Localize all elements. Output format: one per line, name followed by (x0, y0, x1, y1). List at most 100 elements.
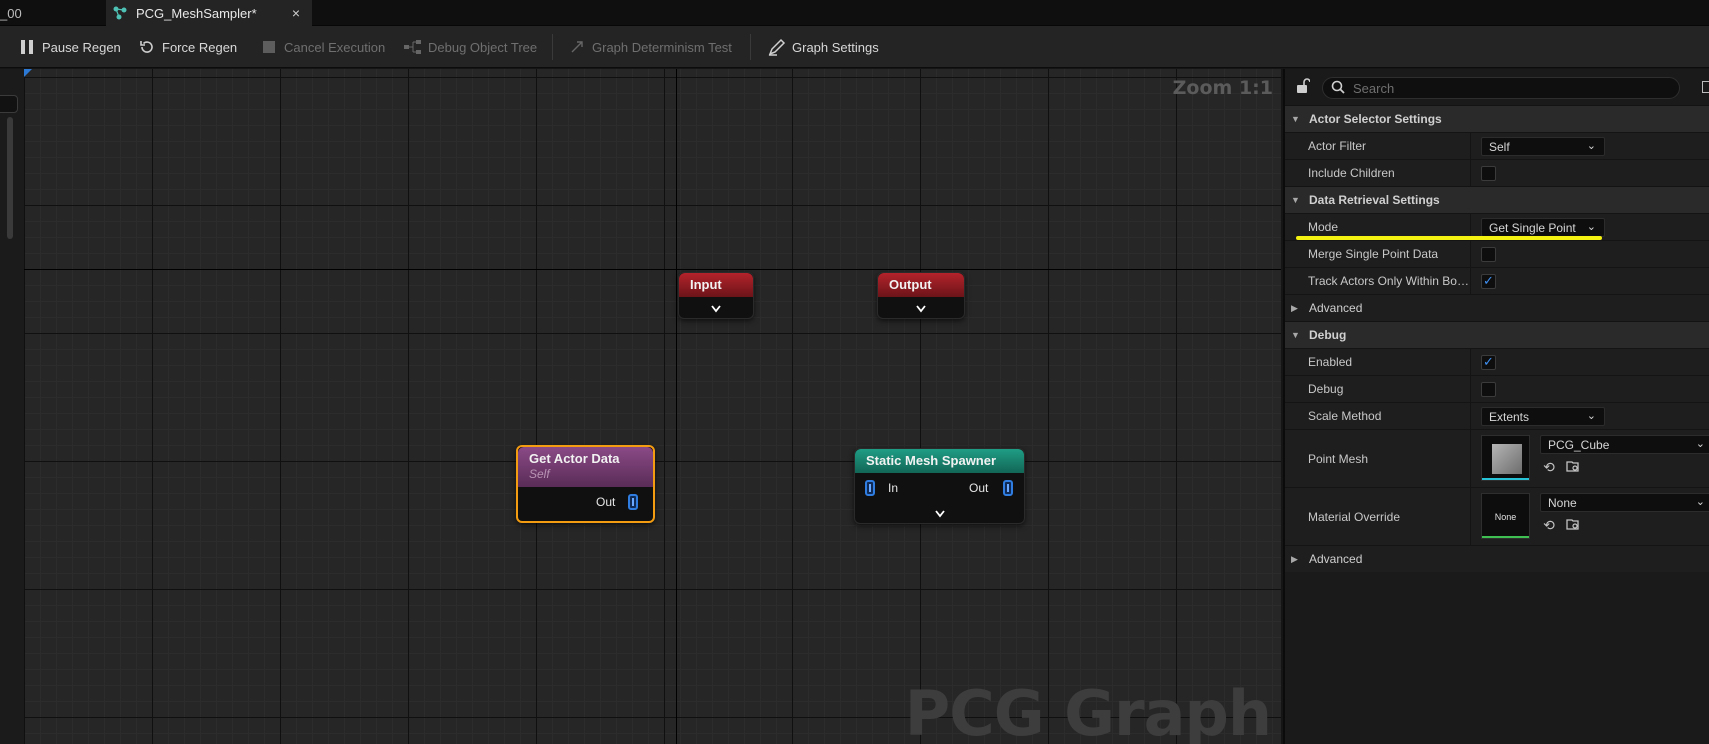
property-point-mesh: Point Mesh PCG_Cube ⌄ ⟲ (1285, 429, 1709, 487)
lock-icon[interactable] (1296, 78, 1311, 94)
point-mesh-thumbnail[interactable] (1481, 435, 1530, 481)
point-mesh-label: Point Mesh (1308, 452, 1369, 466)
collapsed-arrow-icon: ▶ (1291, 553, 1298, 564)
tab-level-label: _00 (0, 5, 22, 21)
left-panel-scrollbar[interactable] (7, 117, 13, 239)
material-override-thumbnail[interactable]: None (1481, 493, 1530, 539)
input-node[interactable]: Input (678, 272, 754, 319)
advanced-section-debug[interactable]: ▶ Advanced (1285, 545, 1709, 572)
toolbar-separator (552, 34, 553, 60)
static-mesh-spawner-in-label: In (888, 481, 899, 495)
pause-icon (18, 38, 36, 56)
static-mesh-spawner-out-label: Out (969, 481, 989, 495)
column-splitter[interactable] (1470, 403, 1471, 429)
mode-dropdown[interactable]: Get Single Point ⌄ (1481, 218, 1605, 237)
get-actor-data-node-subtitle: Self (529, 467, 550, 481)
property-track-actors-only-within-bounds: Track Actors Only Within Bou... (1285, 267, 1709, 294)
get-actor-data-node-title: Get Actor Data (529, 451, 620, 466)
tab-level[interactable]: _00 (0, 0, 104, 26)
get-actor-data-out-pin[interactable] (628, 494, 638, 510)
column-splitter[interactable] (1470, 349, 1471, 375)
property-actor-filter: Actor Filter Self ⌄ (1285, 132, 1709, 159)
category-data-retrieval-label: Data Retrieval Settings (1309, 193, 1440, 207)
use-selected-asset-icon[interactable]: ⟲ (1541, 459, 1557, 475)
collapsed-arrow-icon: ▶ (1291, 302, 1298, 313)
column-splitter[interactable] (1470, 160, 1471, 186)
static-mesh-spawner-node[interactable]: Static Mesh Spawner In Out (854, 448, 1025, 524)
track-actors-checkbox[interactable] (1481, 273, 1496, 289)
debug-object-tree-button[interactable]: Debug Object Tree (404, 26, 537, 68)
graph-toolbar: Pause Regen Force Regen Cancel Execution… (0, 26, 1709, 68)
close-tab-icon[interactable]: × (292, 5, 300, 21)
point-mesh-dropdown[interactable]: PCG_Cube ⌄ (1540, 435, 1709, 454)
collapsed-panel-widget[interactable] (0, 95, 18, 113)
enabled-label: Enabled (1308, 355, 1353, 369)
column-splitter[interactable] (1470, 430, 1471, 487)
scale-method-dropdown[interactable]: Extents ⌄ (1481, 407, 1605, 426)
input-node-title: Input (679, 273, 753, 297)
advanced-section-data-retrieval[interactable]: ▶ Advanced (1285, 294, 1709, 321)
expanded-arrow-icon: ▼ (1291, 330, 1300, 340)
property-scale-method: Scale Method Extents ⌄ (1285, 402, 1709, 429)
debug-object-tree-label: Debug Object Tree (428, 39, 538, 55)
static-mesh-spawner-out-pin[interactable] (1003, 480, 1013, 496)
category-actor-selector-settings[interactable]: ▼ Actor Selector Settings (1285, 105, 1709, 132)
static-mesh-spawner-in-pin[interactable] (865, 480, 875, 496)
get-actor-data-node[interactable]: Get Actor Data Self Out (516, 445, 655, 523)
category-debug[interactable]: ▼ Debug (1285, 321, 1709, 348)
use-selected-asset-icon[interactable]: ⟲ (1541, 517, 1557, 533)
debug-checkbox[interactable] (1481, 382, 1496, 397)
track-actors-label: Track Actors Only Within Bou... (1308, 274, 1470, 288)
advanced-label: Advanced (1309, 301, 1363, 315)
list-view-icon[interactable] (1702, 81, 1709, 93)
material-none-text: None (1494, 512, 1517, 522)
details-panel: ▼ Actor Selector Settings Actor Filter S… (1283, 69, 1709, 744)
actor-filter-dropdown[interactable]: Self ⌄ (1481, 137, 1605, 156)
browse-asset-icon[interactable] (1565, 517, 1581, 533)
chevron-down-icon[interactable] (878, 302, 964, 316)
chevron-down-icon: ⌄ (1695, 496, 1705, 508)
cancel-execution-button[interactable]: Cancel Execution (260, 26, 385, 68)
graph-canvas[interactable]: Zoom 1:1 PCG Graph (24, 69, 1281, 744)
chevron-down-icon[interactable] (855, 507, 1024, 521)
pause-regen-button[interactable]: Pause Regen (18, 26, 121, 68)
chevron-down-icon[interactable] (679, 302, 753, 316)
graph-determinism-test-button[interactable]: Graph Determinism Test (568, 26, 732, 68)
mode-value: Get Single Point (1489, 221, 1576, 235)
graph-settings-button[interactable]: Graph Settings (768, 26, 879, 68)
scale-method-label: Scale Method (1308, 409, 1382, 423)
material-override-label: Material Override (1308, 510, 1401, 524)
property-merge-single-point-data: Merge Single Point Data (1285, 240, 1709, 267)
output-node[interactable]: Output (877, 272, 965, 319)
tab-pcg-meshsampler-label: PCG_MeshSampler* (136, 5, 257, 21)
column-splitter[interactable] (1470, 268, 1471, 294)
include-children-checkbox[interactable] (1481, 166, 1496, 181)
search-input[interactable] (1353, 80, 1673, 96)
include-children-label: Include Children (1308, 166, 1395, 180)
material-override-dropdown[interactable]: None ⌄ (1540, 493, 1709, 512)
merge-single-point-checkbox[interactable] (1481, 247, 1496, 262)
pause-regen-label: Pause Regen (42, 39, 121, 55)
graph-settings-label: Graph Settings (792, 39, 879, 55)
column-splitter[interactable] (1470, 133, 1471, 159)
expanded-arrow-icon: ▼ (1291, 195, 1300, 205)
actor-filter-value: Self (1489, 140, 1510, 154)
get-actor-data-out-label: Out (596, 495, 616, 509)
stop-icon (260, 38, 278, 56)
canvas-focus-marker (24, 69, 32, 77)
category-data-retrieval-settings[interactable]: ▼ Data Retrieval Settings (1285, 186, 1709, 213)
search-icon (1331, 80, 1345, 97)
chevron-down-icon: ⌄ (1586, 140, 1596, 152)
graph-determinism-test-label: Graph Determinism Test (592, 39, 732, 55)
graph-origin-horizontal-axis (24, 269, 1281, 270)
column-splitter[interactable] (1470, 241, 1471, 267)
column-splitter[interactable] (1470, 376, 1471, 402)
tab-pcg-meshsampler[interactable]: PCG_MeshSampler* × (106, 0, 312, 26)
cube-mesh-preview (1492, 444, 1522, 474)
details-search-box[interactable] (1322, 77, 1680, 99)
force-regen-button[interactable]: Force Regen (138, 26, 237, 68)
enabled-checkbox[interactable] (1481, 354, 1496, 370)
browse-asset-icon[interactable] (1565, 459, 1581, 475)
column-splitter[interactable] (1470, 488, 1471, 545)
graph-origin-vertical-axis (676, 69, 677, 744)
